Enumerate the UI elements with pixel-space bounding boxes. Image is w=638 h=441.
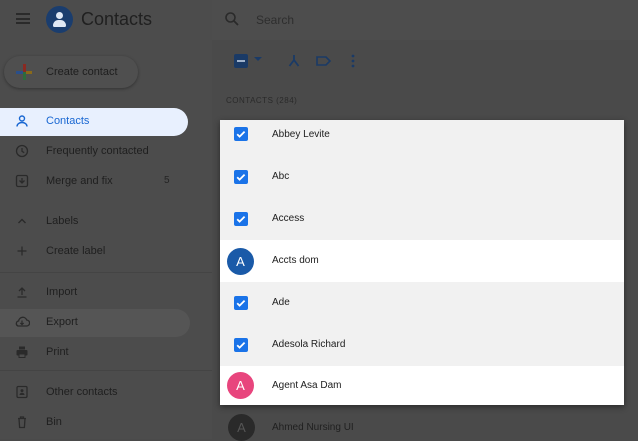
table-row[interactable]: A Accts dom bbox=[220, 240, 624, 282]
sidebar-item-bin[interactable]: Bin bbox=[0, 409, 212, 437]
contact-list: Abbey Levite Abc Access A Accts dom Ade … bbox=[220, 120, 624, 405]
sidebar-item-contacts[interactable]: Contacts bbox=[0, 108, 188, 136]
selection-toolbar bbox=[212, 40, 638, 84]
checkbox-checked[interactable] bbox=[234, 296, 248, 310]
create-contact-label: Create contact bbox=[46, 66, 118, 78]
sidebar-divider bbox=[0, 272, 212, 273]
sidebar-item-create-label[interactable]: Create label bbox=[0, 238, 212, 266]
search-icon[interactable] bbox=[224, 11, 240, 27]
table-row[interactable]: Access bbox=[220, 198, 624, 240]
contact-name: Abc bbox=[272, 171, 290, 182]
sidebar-item-label: Merge and fix bbox=[46, 175, 113, 187]
cloud-download-icon bbox=[14, 315, 31, 331]
contacts-logo-icon bbox=[46, 6, 73, 33]
labels-section-toggle[interactable]: Labels bbox=[0, 208, 212, 236]
sidebar-item-label: Create label bbox=[46, 245, 106, 257]
label-icon[interactable] bbox=[314, 52, 332, 70]
sidebar-item-label: Frequently contacted bbox=[46, 145, 149, 157]
app-header: Contacts bbox=[0, 0, 212, 42]
select-all-checkbox[interactable] bbox=[234, 54, 248, 68]
table-row[interactable]: Adesola Richard bbox=[220, 324, 624, 366]
labels-heading: Labels bbox=[46, 215, 79, 227]
merge-contacts-icon[interactable] bbox=[285, 52, 303, 70]
contact-name: Abbey Levite bbox=[272, 129, 330, 140]
upload-icon bbox=[14, 285, 30, 301]
merge-count-badge: 5 bbox=[164, 175, 170, 186]
chevron-down-icon[interactable] bbox=[254, 57, 262, 61]
search-input[interactable] bbox=[256, 11, 556, 29]
table-row[interactable]: Abbey Levite bbox=[220, 120, 624, 150]
contact-name[interactable]: Ahmed Nursing UI bbox=[272, 422, 354, 433]
contact-name: Accts dom bbox=[272, 255, 319, 266]
person-icon bbox=[14, 114, 30, 130]
contact-name: Access bbox=[272, 213, 305, 224]
sidebar-item-label: Export bbox=[46, 316, 78, 328]
sidebar-item-import[interactable]: Import bbox=[0, 279, 212, 307]
avatar: A bbox=[227, 372, 254, 399]
sidebar-item-frequently-contacted[interactable]: Frequently contacted bbox=[0, 138, 212, 166]
app-title: Contacts bbox=[81, 9, 153, 29]
avatar: A bbox=[227, 248, 254, 275]
create-contact-button[interactable]: Create contact bbox=[4, 56, 138, 88]
sidebar-item-label: Import bbox=[46, 286, 78, 298]
sidebar-item-merge-and-fix[interactable]: Merge and fix 5 bbox=[0, 168, 212, 196]
sidebar-item-label: Print bbox=[46, 346, 69, 358]
add-icon bbox=[14, 244, 30, 260]
chevron-up-icon bbox=[14, 214, 30, 230]
more-options-icon[interactable] bbox=[344, 52, 362, 70]
contacts-book-icon bbox=[14, 385, 30, 401]
table-row[interactable]: A Agent Asa Dam bbox=[220, 366, 624, 405]
history-icon bbox=[14, 144, 30, 160]
table-row[interactable]: Ade bbox=[220, 282, 624, 324]
sidebar-item-label: Contacts bbox=[46, 115, 90, 127]
sidebar-item-label: Other contacts bbox=[46, 386, 118, 398]
sidebar-item-other-contacts[interactable]: Other contacts bbox=[0, 379, 212, 407]
sidebar-divider bbox=[0, 370, 212, 371]
sidebar-item-export[interactable]: Export bbox=[0, 309, 190, 337]
contacts-count-heading: CONTACTS (284) bbox=[226, 96, 298, 105]
avatar: A bbox=[228, 414, 255, 441]
menu-icon[interactable] bbox=[16, 13, 30, 24]
merge-icon bbox=[14, 174, 30, 190]
table-row[interactable]: Abc bbox=[220, 156, 624, 198]
trash-icon bbox=[14, 415, 30, 431]
plus-icon bbox=[16, 64, 32, 80]
contact-name: Agent Asa Dam bbox=[272, 380, 342, 391]
sidebar-item-label: Bin bbox=[46, 416, 62, 428]
contact-name: Ade bbox=[272, 297, 290, 308]
printer-icon bbox=[14, 345, 30, 361]
checkbox-checked[interactable] bbox=[234, 127, 248, 141]
checkbox-checked[interactable] bbox=[234, 212, 248, 226]
sidebar-item-print[interactable]: Print bbox=[0, 339, 212, 367]
contact-name: Adesola Richard bbox=[272, 339, 346, 350]
checkbox-checked[interactable] bbox=[234, 170, 248, 184]
checkbox-checked[interactable] bbox=[234, 338, 248, 352]
